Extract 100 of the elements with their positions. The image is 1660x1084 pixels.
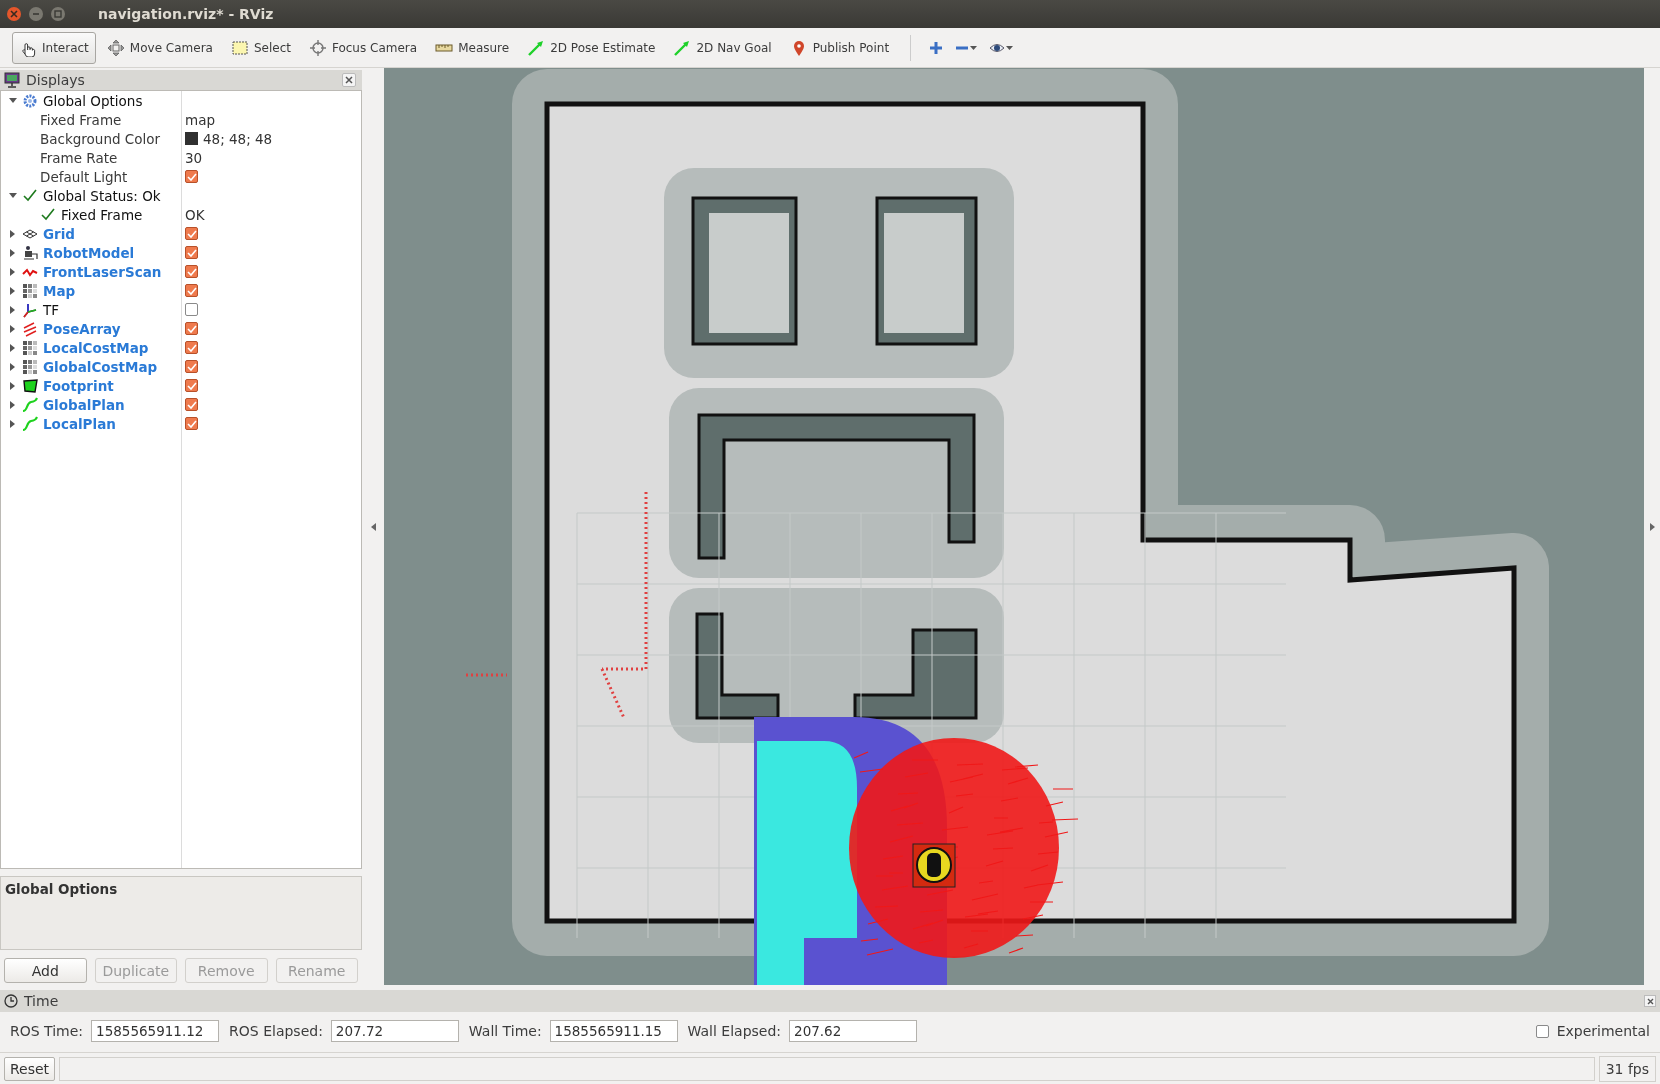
tool-button[interactable]: Publish Point (782, 31, 897, 64)
field-label: Wall Time: (468, 1023, 542, 1039)
window-title: navigation.rviz* - RViz (98, 6, 274, 22)
field-label: Wall Elapsed: (687, 1023, 782, 1039)
tool-button[interactable]: 2D Nav Goal (666, 31, 779, 64)
time-field[interactable]: 207.72 (330, 1020, 459, 1042)
minimize-icon (28, 6, 44, 22)
collapse-arrow-icon[interactable] (9, 96, 17, 105)
checkbox[interactable] (185, 379, 198, 392)
grid-map-icon (22, 358, 38, 375)
checkbox[interactable] (185, 417, 198, 430)
gear-icon (22, 92, 38, 109)
panel-title: Displays (26, 72, 86, 88)
checkmark-icon (186, 400, 197, 409)
expand-arrow-icon[interactable] (9, 362, 17, 371)
field-label: ROS Time: (10, 1023, 84, 1039)
tool-button[interactable]: Move Camera (99, 31, 220, 64)
expand-arrow-icon[interactable] (9, 267, 17, 276)
close-button[interactable] (342, 73, 356, 87)
expand-arrow-icon[interactable] (9, 343, 17, 352)
axes-icon (22, 301, 38, 318)
display-name: FrontLaserScan (43, 263, 162, 280)
close-button[interactable] (1644, 995, 1656, 1007)
selection-box-icon (230, 38, 249, 57)
display-name: Map (43, 282, 76, 299)
crosshair-icon (308, 38, 327, 57)
checkmark-icon (186, 343, 197, 352)
checkmark-icon (186, 362, 197, 371)
checkmark-icon (186, 267, 197, 276)
tool-button[interactable]: 2D Pose Estimate (520, 31, 663, 64)
close-icon (1646, 997, 1654, 1005)
close-icon (345, 76, 353, 84)
display-name: Grid (43, 225, 76, 242)
checkbox[interactable] (185, 170, 198, 183)
time-field[interactable]: 207.62 (789, 1020, 918, 1042)
footprint-icon (22, 377, 38, 394)
display-name: LocalCostMap (43, 339, 149, 356)
display-name: GlobalCostMap (43, 358, 158, 375)
display-name: TF (43, 301, 59, 318)
checkbox[interactable] (185, 265, 198, 278)
checkbox[interactable] (185, 322, 198, 335)
display-name: Fixed Frame (61, 206, 143, 223)
property-name: Fixed Frame (40, 111, 122, 128)
time-field[interactable]: 1585565911.12 (91, 1020, 220, 1042)
expand-arrow-icon[interactable] (9, 248, 17, 257)
expand-arrow-icon[interactable] (9, 381, 17, 390)
grid-map-icon (22, 282, 38, 299)
checkbox[interactable] (185, 360, 198, 373)
collapse-arrow-icon[interactable] (9, 191, 17, 200)
display-name: Global Status: Ok (43, 187, 161, 204)
expand-arrow-icon[interactable] (9, 324, 17, 333)
reset-button[interactable]: Reset (4, 1056, 56, 1081)
collapse-left-icon[interactable] (370, 522, 376, 531)
checkbox[interactable] (185, 398, 198, 411)
checkmark-icon (186, 324, 197, 333)
curve-icon (22, 396, 38, 413)
property-name: Frame Rate (40, 149, 118, 166)
clock-icon (4, 994, 18, 1008)
checkbox[interactable] (185, 341, 198, 354)
property-name: Default Light (40, 168, 128, 185)
checkbox[interactable] (185, 246, 198, 259)
curve-icon (22, 415, 38, 432)
panel-button[interactable]: Add (4, 958, 87, 983)
checkmark-icon (186, 286, 197, 295)
caret-icon (1006, 45, 1014, 50)
expand-arrow-icon[interactable] (9, 419, 17, 428)
tool-button[interactable]: Measure (428, 31, 517, 64)
expand-arrow-icon[interactable] (9, 305, 17, 314)
collapse-right-icon[interactable] (1649, 522, 1655, 531)
grid-map-icon (22, 339, 38, 356)
display-name: RobotModel (43, 244, 135, 261)
goal-arrow-icon (673, 38, 692, 57)
checkmark-icon (186, 419, 197, 428)
maximize-icon (50, 6, 66, 22)
display-name: Global Options (43, 92, 143, 109)
tool-button[interactable]: Focus Camera (301, 31, 425, 64)
close-icon (6, 6, 22, 22)
expand-arrow-icon[interactable] (9, 286, 17, 295)
move-arrows-icon (106, 38, 125, 57)
check-icon (40, 206, 56, 223)
property-value: 48; 48; 48 (203, 130, 273, 147)
display-name: Footprint (43, 377, 114, 394)
expand-arrow-icon[interactable] (9, 229, 17, 238)
property-value: map (185, 111, 215, 128)
checkmark-icon (186, 248, 197, 257)
expand-arrow-icon[interactable] (9, 400, 17, 409)
checkbox[interactable] (1535, 1024, 1549, 1038)
checkbox[interactable] (185, 227, 198, 240)
plus-icon (929, 40, 944, 55)
panel-title: Time (24, 993, 60, 1009)
checkbox[interactable] (185, 284, 198, 297)
pose-arrow-icon (527, 38, 546, 57)
checkmark-icon (186, 172, 197, 181)
tool-button[interactable]: Select (223, 31, 298, 64)
field-label: ROS Elapsed: (229, 1023, 323, 1039)
property-name: Background Color (40, 130, 161, 147)
checkbox[interactable] (185, 303, 198, 316)
time-field[interactable]: 1585565911.15 (549, 1020, 678, 1042)
tool-button[interactable]: Interact (12, 31, 96, 64)
property-value: OK (185, 206, 205, 223)
